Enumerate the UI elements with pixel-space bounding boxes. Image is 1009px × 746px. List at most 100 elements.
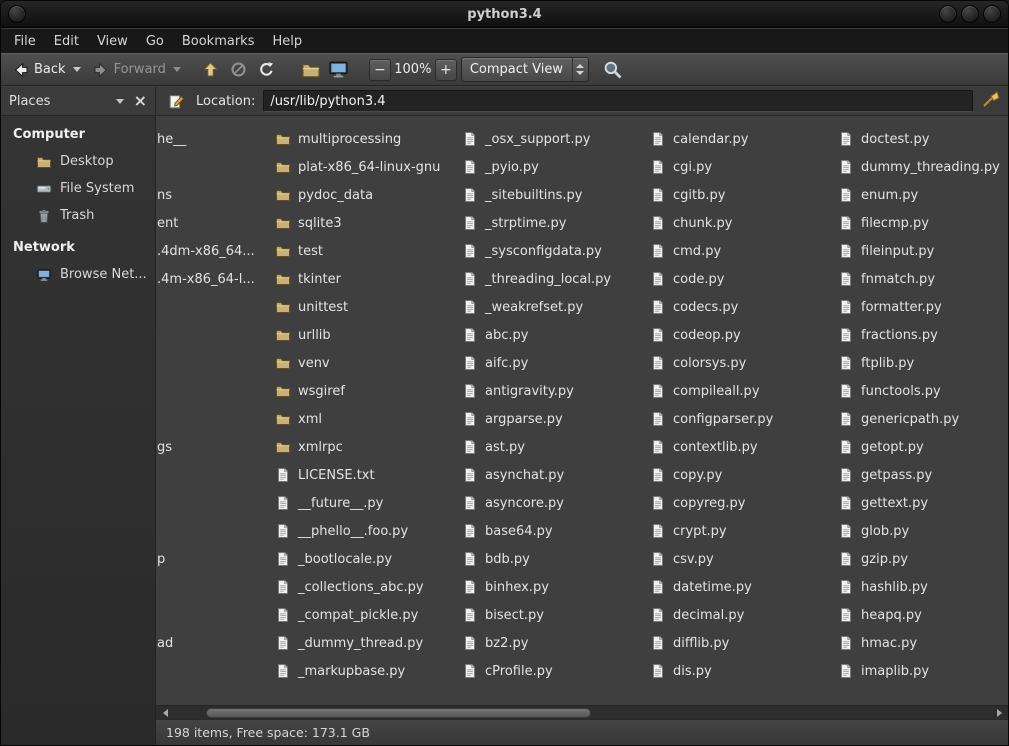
file-item[interactable]: cgitb.py [646, 181, 832, 209]
file-item[interactable]: _strptime.py [458, 209, 644, 237]
file-item[interactable]: compileall.py [646, 377, 832, 405]
scroll-right-button[interactable] [992, 707, 1006, 719]
file-item[interactable]: fnmatch.py [834, 265, 1008, 293]
file-item[interactable]: bz2.py [458, 629, 644, 657]
file-item[interactable]: contextlib.py [646, 433, 832, 461]
folder-item[interactable]: wsgiref [271, 377, 456, 405]
file-item[interactable]: codeop.py [646, 321, 832, 349]
file-item[interactable]: getpass.py [834, 461, 1008, 489]
truncated-item[interactable]: .4m-x86_64-l... [156, 265, 269, 293]
chevron-down-icon[interactable] [173, 67, 181, 72]
file-item[interactable]: ftplib.py [834, 349, 1008, 377]
file-item[interactable]: copyreg.py [646, 489, 832, 517]
file-item[interactable]: heapq.py [834, 601, 1008, 629]
stop-button[interactable] [225, 57, 253, 83]
forward-button[interactable]: Forward [87, 57, 187, 83]
menu-edit[interactable]: Edit [45, 31, 88, 52]
zoom-out-button[interactable]: − [369, 59, 391, 81]
titlebar[interactable]: python3.4 [1, 1, 1008, 28]
scroll-left-button[interactable] [158, 707, 172, 719]
view-mode-select[interactable]: Compact View [461, 57, 589, 82]
file-item[interactable]: getopt.py [834, 433, 1008, 461]
file-item[interactable]: imaplib.py [834, 657, 1008, 685]
file-item[interactable]: _osx_support.py [458, 125, 644, 153]
file-item[interactable]: dummy_threading.py [834, 153, 1008, 181]
truncated-item[interactable]: he__ [156, 125, 269, 153]
sidebar-item-file-system[interactable]: File System [1, 175, 155, 202]
file-item[interactable]: glob.py [834, 517, 1008, 545]
file-item[interactable]: cProfile.py [458, 657, 644, 685]
location-input[interactable] [263, 90, 973, 112]
refresh-button[interactable] [253, 57, 281, 83]
file-item[interactable]: _sitebuiltins.py [458, 181, 644, 209]
menu-go[interactable]: Go [137, 31, 173, 52]
folder-item[interactable]: xmlrpc [271, 433, 456, 461]
edit-location-button[interactable] [164, 89, 188, 113]
scrollbar-thumb[interactable] [206, 708, 591, 718]
up-button[interactable] [197, 57, 225, 83]
file-item[interactable]: _compat_pickle.py [271, 601, 456, 629]
folder-item[interactable]: tkinter [271, 265, 456, 293]
menu-bookmarks[interactable]: Bookmarks [173, 31, 264, 52]
file-item[interactable]: difflib.py [646, 629, 832, 657]
folder-item[interactable]: sqlite3 [271, 209, 456, 237]
file-item[interactable]: copy.py [646, 461, 832, 489]
horizontal-scrollbar[interactable] [156, 705, 1008, 719]
file-item[interactable]: _dummy_thread.py [271, 629, 456, 657]
file-item[interactable]: hashlib.py [834, 573, 1008, 601]
close-side-pane-icon[interactable]: × [134, 93, 147, 109]
folder-item[interactable]: urllib [271, 321, 456, 349]
file-item[interactable]: base64.py [458, 517, 644, 545]
file-item[interactable]: configparser.py [646, 405, 832, 433]
file-item[interactable]: gettext.py [834, 489, 1008, 517]
chevron-down-icon[interactable] [116, 99, 124, 104]
file-item[interactable]: chunk.py [646, 209, 832, 237]
close-button[interactable] [983, 5, 1001, 23]
file-item[interactable]: _markupbase.py [271, 657, 456, 685]
sidebar-item-browse-net[interactable]: Browse Net... [1, 261, 155, 288]
search-button[interactable] [599, 57, 627, 83]
menu-view[interactable]: View [88, 31, 137, 52]
truncated-item[interactable]: gs [156, 433, 269, 461]
file-item[interactable]: LICENSE.txt [271, 461, 456, 489]
file-item[interactable]: _sysconfigdata.py [458, 237, 644, 265]
file-item[interactable]: ast.py [458, 433, 644, 461]
file-item[interactable]: __future__.py [271, 489, 456, 517]
file-item[interactable]: fileinput.py [834, 237, 1008, 265]
file-item[interactable]: genericpath.py [834, 405, 1008, 433]
side-pane-selector[interactable]: Places × [1, 87, 156, 115]
file-item[interactable]: _collections_abc.py [271, 573, 456, 601]
folder-item[interactable]: test [271, 237, 456, 265]
file-item[interactable]: __phello__.foo.py [271, 517, 456, 545]
file-item[interactable]: codecs.py [646, 293, 832, 321]
minimize-button[interactable] [939, 5, 957, 23]
file-item[interactable]: cgi.py [646, 153, 832, 181]
file-item[interactable]: gzip.py [834, 545, 1008, 573]
file-item[interactable]: _bootlocale.py [271, 545, 456, 573]
menu-file[interactable]: File [5, 31, 45, 52]
file-item[interactable]: argparse.py [458, 405, 644, 433]
file-item[interactable]: bisect.py [458, 601, 644, 629]
truncated-item[interactable]: ns [156, 181, 269, 209]
file-item[interactable]: _threading_local.py [458, 265, 644, 293]
truncated-item[interactable]: .4dm-x86_64... [156, 237, 269, 265]
folder-item[interactable]: plat-x86_64-linux-gnu [271, 153, 456, 181]
folder-item[interactable]: pydoc_data [271, 181, 456, 209]
file-item[interactable]: antigravity.py [458, 377, 644, 405]
file-item[interactable]: csv.py [646, 545, 832, 573]
file-item[interactable]: asynchat.py [458, 461, 644, 489]
file-item[interactable]: _weakrefset.py [458, 293, 644, 321]
file-item[interactable]: crypt.py [646, 517, 832, 545]
file-item[interactable]: calendar.py [646, 125, 832, 153]
folder-item[interactable]: multiprocessing [271, 125, 456, 153]
truncated-item[interactable]: ad [156, 629, 269, 657]
file-item[interactable]: enum.py [834, 181, 1008, 209]
file-item[interactable]: _pyio.py [458, 153, 644, 181]
truncated-item[interactable]: ent [156, 209, 269, 237]
file-item[interactable]: aifc.py [458, 349, 644, 377]
file-item[interactable]: formatter.py [834, 293, 1008, 321]
new-folder-button[interactable] [297, 57, 325, 83]
folder-item[interactable]: venv [271, 349, 456, 377]
menu-help[interactable]: Help [263, 31, 311, 52]
file-item[interactable]: fractions.py [834, 321, 1008, 349]
